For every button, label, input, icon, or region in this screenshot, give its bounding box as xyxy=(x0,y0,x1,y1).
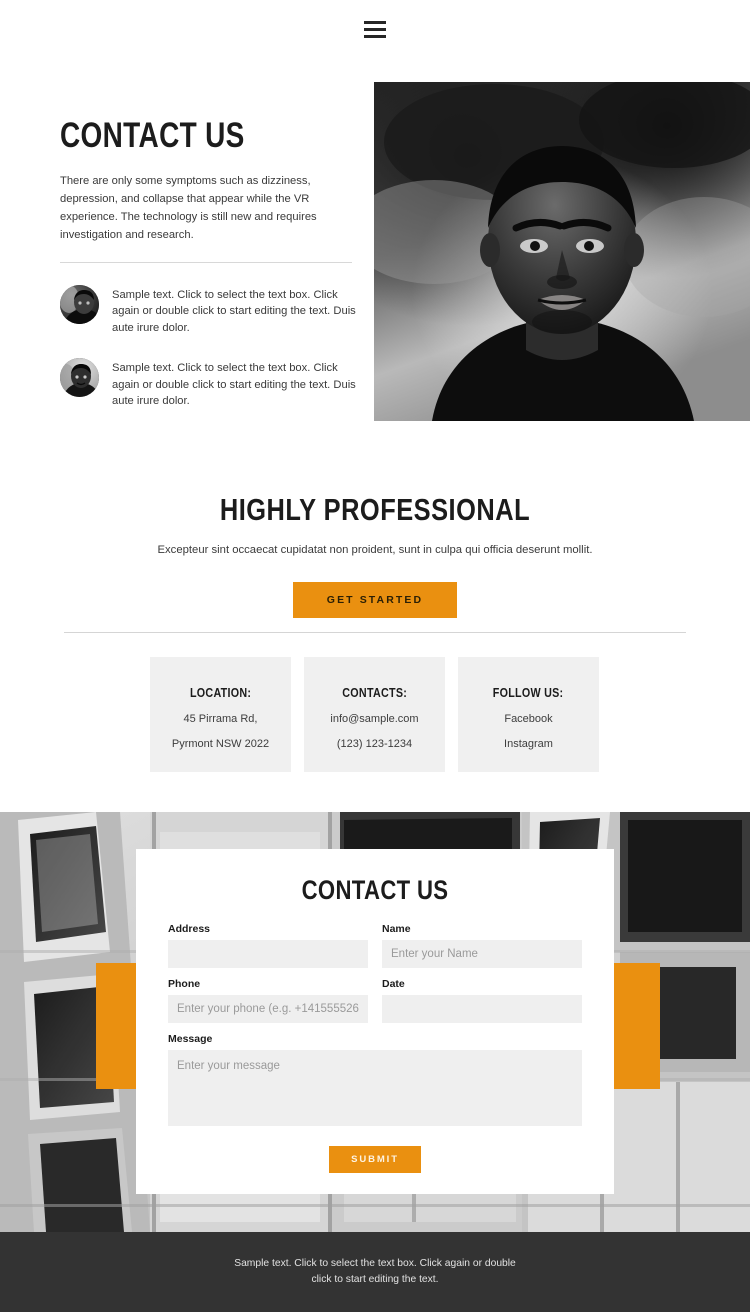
get-started-button[interactable]: GET STARTED xyxy=(292,582,458,618)
label-message: Message xyxy=(168,1033,213,1045)
info-card-line-2[interactable]: (123) 123-1234 xyxy=(337,736,412,753)
contact-form-title: CONTACT US xyxy=(301,875,449,905)
submit-row: SUBMIT xyxy=(168,1146,582,1173)
label-phone: Phone xyxy=(168,978,201,990)
promo-subtitle: Excepteur sint occaecat cupidatat non pr… xyxy=(157,544,593,556)
info-card-contacts: CONTACTS: info@sample.com (123) 123-1234 xyxy=(304,657,445,772)
contact-form-card: CONTACT US Address Name Phone Date Messa… xyxy=(136,849,614,1194)
label-name: Name xyxy=(382,923,411,935)
hero-portrait-image xyxy=(374,82,750,421)
hamburger-bar-1 xyxy=(364,20,386,24)
info-card-location: LOCATION: 45 Pirrama Rd, Pyrmont NSW 202… xyxy=(150,657,291,772)
field-phone: Phone xyxy=(168,978,368,1023)
hamburger-menu-icon[interactable] xyxy=(364,20,386,38)
name-input[interactable] xyxy=(382,940,582,968)
info-card-line-2: Pyrmont NSW 2022 xyxy=(171,738,270,750)
social-link-facebook[interactable]: Facebook xyxy=(504,711,552,728)
promo-section: HIGHLY PROFESSIONAL Excepteur sint occae… xyxy=(0,492,750,618)
testimonial-text: Sample text. Click to select the text bo… xyxy=(112,362,356,408)
testimonial-item: Sample text. Click to select the text bo… xyxy=(60,284,360,337)
hamburger-bar-3 xyxy=(364,34,386,38)
field-name: Name xyxy=(382,923,582,968)
page-root: CONTACT US There are only some symptoms … xyxy=(0,0,750,1312)
submit-button[interactable]: SUBMIT xyxy=(329,1146,421,1173)
date-input[interactable] xyxy=(382,995,582,1023)
site-header xyxy=(0,0,750,58)
contact-form-fields: Address Name Phone Date Message xyxy=(168,923,582,1141)
info-cards-row: LOCATION: 45 Pirrama Rd, Pyrmont NSW 202… xyxy=(150,657,600,772)
testimonial-text: Sample text. Click to select the text bo… xyxy=(112,288,356,334)
field-address: Address xyxy=(168,923,368,968)
social-link-instagram[interactable]: Instagram xyxy=(504,736,553,753)
testimonial-item: Sample text. Click to select the text bo… xyxy=(60,358,360,410)
info-card-title: LOCATION: xyxy=(189,686,252,700)
label-date: Date xyxy=(382,978,405,990)
info-card-title: FOLLOW US: xyxy=(493,686,564,700)
section-divider xyxy=(64,632,686,633)
promo-title: HIGHLY PROFESSIONAL xyxy=(219,492,531,527)
phone-input[interactable] xyxy=(168,995,368,1023)
info-card-follow-us: FOLLOW US: Facebook Instagram xyxy=(458,657,599,772)
footer-text: Sample text. Click to select the text bo… xyxy=(234,1258,516,1285)
avatar xyxy=(60,358,99,398)
page-title: CONTACT US xyxy=(60,116,245,155)
info-card-line-1[interactable]: info@sample.com xyxy=(330,711,418,728)
hero-paragraph: There are only some symptoms such as diz… xyxy=(60,174,317,241)
field-message: Message xyxy=(168,1033,582,1131)
hero-divider xyxy=(60,261,352,263)
hero-text-column: CONTACT US There are only some symptoms … xyxy=(60,116,360,410)
accent-block-right xyxy=(612,963,660,1089)
site-footer: Sample text. Click to select the text bo… xyxy=(0,1232,750,1312)
avatar xyxy=(60,284,99,324)
address-input[interactable] xyxy=(168,940,368,968)
info-card-title: CONTACTS: xyxy=(342,686,407,700)
field-date: Date xyxy=(382,978,582,1023)
message-textarea[interactable] xyxy=(168,1050,582,1126)
hamburger-bar-2 xyxy=(364,27,386,31)
label-address: Address xyxy=(168,923,211,935)
info-card-line-1: 45 Pirrama Rd, xyxy=(183,713,258,725)
